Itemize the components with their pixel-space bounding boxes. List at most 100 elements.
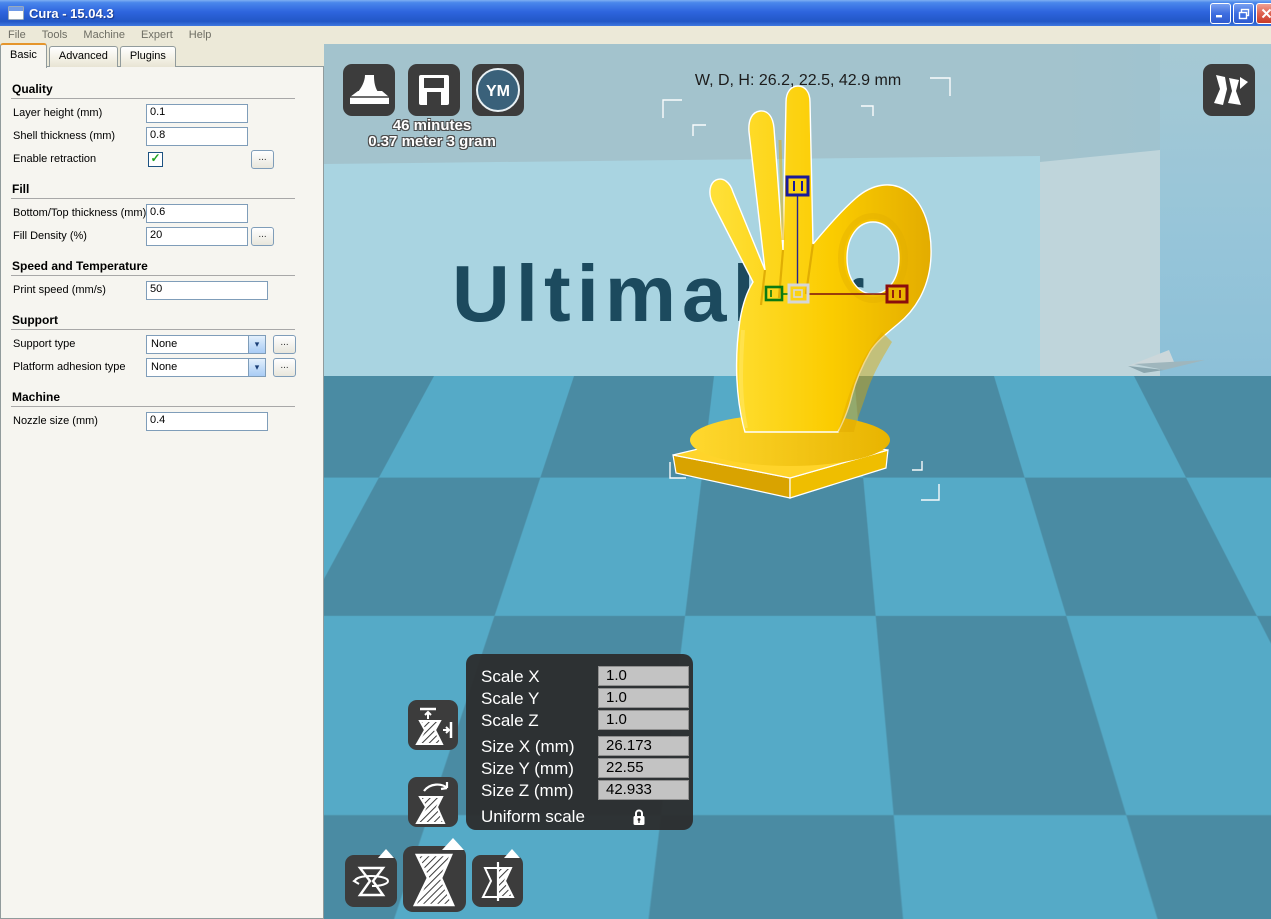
youmagine-icon: YM: [476, 68, 520, 112]
backdrop-wall-edge: [1040, 150, 1160, 376]
bottom-top-thickness-mm-field[interactable]: 0.6: [146, 204, 248, 223]
scale-panel-label-size-x-mm: Size X (mm): [481, 737, 575, 756]
mirror-expand-icon: [504, 849, 520, 858]
setting-label-bottom-top-thickness-mm: Bottom/Top thickness (mm): [13, 207, 147, 219]
scale-panel-row-size-x-mm: Size X (mm) 26.173: [481, 736, 689, 757]
setting-label-fill-density: Fill Density (%): [13, 230, 87, 242]
mirror-button[interactable]: [472, 849, 523, 907]
support-type-select[interactable]: None ▾: [146, 335, 266, 354]
platform-adhesion-type-select[interactable]: None ▾: [146, 358, 266, 377]
print-material: 0.37 meter 3 gram: [368, 133, 496, 150]
support-type-value: None: [151, 338, 178, 350]
shell-thickness-mm-field[interactable]: 0.8: [146, 127, 248, 146]
load-model-button[interactable]: [343, 64, 395, 116]
model-ok-hand[interactable]: [640, 80, 960, 520]
scale-z-field[interactable]: 1.0: [598, 710, 689, 730]
support-type-more-button[interactable]: ...: [273, 335, 296, 354]
window-title: Cura - 15.04.3: [29, 5, 114, 21]
setting-label-shell-thickness-mm: Shell thickness (mm): [13, 130, 116, 142]
scale-reset-icon: [415, 782, 449, 824]
restore-button[interactable]: [1233, 3, 1254, 24]
3d-viewport[interactable]: Ultimaker W, D, H: 26.2, 22.5, 42.9 mm Y…: [324, 44, 1271, 919]
setting-label-platform-adhesion-type: Platform adhesion type: [13, 361, 126, 373]
enable-retraction-checkbox[interactable]: ✓: [148, 152, 163, 167]
setting-row-print-speed-mm-s: Print speed (mm/s) 50: [11, 281, 323, 304]
minimize-button[interactable]: [1210, 3, 1231, 24]
scale-panel-label-size-z-mm: Size Z (mm): [481, 781, 574, 800]
close-icon: [1261, 8, 1271, 19]
setting-row-support-type: Support type None ▾...: [11, 335, 323, 358]
platform-adhesion-type-more-button[interactable]: ...: [273, 358, 296, 377]
print-estimate: 46 minutes 0.37 meter 3 gram: [342, 118, 522, 150]
tab-plugins[interactable]: Plugins: [119, 46, 176, 67]
size-z-mm-field[interactable]: 42.933: [598, 780, 689, 800]
menubar: File Tools Machine Expert Help: [0, 26, 1271, 44]
scale-to-max-icon: [415, 707, 453, 745]
chevron-down-icon[interactable]: ▾: [248, 359, 265, 376]
fill-density-more-button[interactable]: ...: [251, 227, 274, 246]
menu-help[interactable]: Help: [181, 29, 220, 41]
minimize-icon: [1216, 15, 1222, 18]
size-x-mm-field[interactable]: 26.173: [598, 736, 689, 756]
restore-icon: [1238, 8, 1249, 19]
menu-tools[interactable]: Tools: [34, 29, 76, 41]
section-rule: [11, 329, 295, 330]
scale-panel-row-scale-x: Scale X 1.0: [481, 666, 689, 687]
chevron-down-icon[interactable]: ▾: [248, 336, 265, 353]
scale-panel-row-scale-z: Scale Z 1.0: [481, 710, 689, 731]
nozzle-size-mm-field[interactable]: 0.4: [146, 412, 268, 431]
setting-label-enable-retraction: Enable retraction: [13, 153, 97, 165]
settings-body: Quality Layer height (mm) 0.1 Shell thickne…: [0, 66, 324, 919]
close-button[interactable]: [1256, 3, 1271, 24]
enable-retraction-more-button[interactable]: ...: [251, 150, 274, 169]
setting-label-print-speed-mm-s: Print speed (mm/s): [13, 284, 106, 296]
print-speed-mm-s-field[interactable]: 50: [146, 281, 268, 300]
save-icon: [419, 75, 449, 105]
setting-label-nozzle-size-mm: Nozzle size (mm): [13, 415, 98, 427]
scale-icon: [412, 853, 456, 907]
setting-row-platform-adhesion-type: Platform adhesion type None ▾...: [11, 358, 323, 381]
setting-row-layer-height-mm: Layer height (mm) 0.1: [11, 104, 323, 127]
menu-machine[interactable]: Machine: [75, 29, 133, 41]
section-title-machine: Machine: [12, 390, 61, 404]
titlebar[interactable]: Cura - 15.04.3: [0, 0, 1271, 26]
size-y-mm-field[interactable]: 22.55: [598, 758, 689, 778]
save-toolpath-button[interactable]: [408, 64, 460, 116]
load-model-icon: [350, 75, 389, 104]
tab-advanced[interactable]: Advanced: [48, 46, 118, 67]
scale-reset-button[interactable]: [408, 777, 458, 827]
platform-adhesion-type-value: None: [151, 361, 178, 373]
setting-row-fill-density: Fill Density (%) 20...: [11, 227, 323, 250]
app-icon: [8, 6, 24, 20]
setting-row-bottom-top-thickness-mm: Bottom/Top thickness (mm) 0.6: [11, 204, 323, 227]
setting-label-layer-height-mm: Layer height (mm): [13, 107, 103, 119]
tab-basic[interactable]: Basic: [0, 43, 47, 68]
view-mode-button[interactable]: [1203, 64, 1255, 116]
scale-panel-row-uniform-scale: Uniform scale: [481, 806, 681, 827]
scale-y-field[interactable]: 1.0: [598, 688, 689, 708]
scale-button[interactable]: [403, 838, 466, 912]
uniform-scale-lock[interactable]: [631, 808, 647, 832]
section-title-quality: Quality: [12, 82, 53, 96]
tabstrip: Basic Advanced Plugins: [0, 43, 178, 68]
menu-expert[interactable]: Expert: [133, 29, 181, 41]
model-dimensions-label: W, D, H: 26.2, 22.5, 42.9 mm: [694, 72, 902, 89]
share-youmagine-button[interactable]: YM: [472, 64, 524, 116]
scale-to-max-button[interactable]: [408, 700, 458, 750]
layer-height-mm-field[interactable]: 0.1: [146, 104, 248, 123]
fill-density-field[interactable]: 20: [146, 227, 248, 246]
scale-panel-row-size-z-mm: Size Z (mm) 42.933: [481, 780, 689, 801]
scale-panel-label-uniform-scale: Uniform scale: [481, 807, 585, 826]
scale-panel-label-scale-z: Scale Z: [481, 711, 539, 730]
menu-file[interactable]: File: [0, 29, 34, 41]
scale-x-field[interactable]: 1.0: [598, 666, 689, 686]
rotate-expand-icon: [378, 849, 394, 858]
print-time: 46 minutes: [392, 117, 472, 134]
setting-label-support-type: Support type: [13, 338, 76, 350]
lock-icon: [633, 809, 645, 825]
distant-object: [1128, 350, 1205, 373]
view-mode-icon: [1214, 75, 1248, 105]
scale-tool-panel: Scale X 1.0 Scale Y 1.0 Scale Z 1.0 Size X (mm…: [466, 654, 693, 830]
cura-window: Cura - 15.04.3 File Tools Machine Expert Hel…: [0, 0, 1271, 919]
rotate-button[interactable]: [345, 849, 397, 907]
